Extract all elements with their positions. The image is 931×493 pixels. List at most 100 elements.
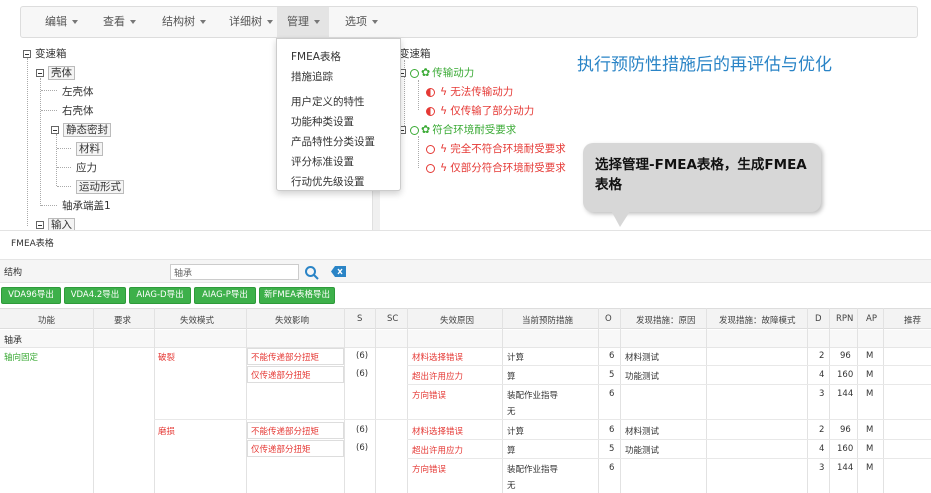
tree-node-right-housing[interactable]: 右壳体: [62, 103, 94, 118]
structure-label: 结构: [4, 268, 23, 278]
menu-label: 查看: [103, 15, 125, 28]
th-d: D: [815, 314, 822, 324]
ftree-effect-partial-transmit[interactable]: ϟ 仅传输了部分动力: [426, 103, 534, 118]
menu-detail-tree[interactable]: 详细树: [213, 7, 273, 37]
cell-failure-cause[interactable]: 材料选择错误: [412, 425, 463, 437]
export-aiagd-button[interactable]: AIAG-D导出: [129, 287, 191, 304]
tree-node-left-housing[interactable]: 左壳体: [62, 84, 94, 99]
collapse-icon[interactable]: [23, 50, 31, 58]
cell-detection: 4: [819, 370, 825, 380]
menu-view[interactable]: 查看: [87, 7, 136, 37]
cell-detect-cause: 材料测试: [625, 427, 660, 437]
cell-failure-cause[interactable]: 超出许用应力: [412, 444, 463, 456]
cell-ap: M: [866, 444, 874, 454]
cell-ap: M: [866, 425, 874, 435]
cell-rpn: 96: [840, 351, 851, 361]
cell-ap: M: [866, 370, 874, 380]
cell-failure-effect[interactable]: 仅传递部分扭矩: [251, 443, 311, 455]
lightning-icon: ϟ: [440, 161, 448, 174]
lightning-icon: ϟ: [440, 85, 448, 98]
headline: 执行预防性措施后的再评估与优化: [577, 55, 832, 75]
gear-icon: ✿: [421, 123, 431, 136]
status-circle-icon: [410, 125, 419, 135]
menu-label: 详细树: [229, 15, 262, 28]
cell-occurrence: 6: [609, 389, 615, 399]
dd-user-defined-features[interactable]: 用户定义的特性: [291, 94, 365, 109]
cell-prevention-2: 无: [507, 407, 516, 417]
tree-node-material[interactable]: 材料: [76, 141, 103, 156]
th-detect-mode: 发现措施：故障模式: [719, 316, 796, 326]
cell-detect-cause: 功能测试: [625, 446, 660, 456]
collapse-icon[interactable]: [51, 126, 59, 134]
dd-function-type-settings[interactable]: 功能种类设置: [291, 114, 354, 129]
cell-detection: 4: [819, 444, 825, 454]
dd-action-priority-settings[interactable]: 行动优先级设置: [291, 174, 365, 189]
tree-node-motion[interactable]: 运动形式: [76, 179, 124, 194]
cell-ap: M: [866, 463, 874, 473]
cell-failure-cause[interactable]: 超出许用应力: [412, 370, 463, 382]
cell-ap: M: [866, 351, 874, 361]
cell-failure-effect[interactable]: 仅传递部分扭矩: [251, 369, 311, 381]
collapse-icon[interactable]: [36, 69, 44, 77]
cell-function[interactable]: 轴向固定: [4, 351, 38, 363]
dd-rating-settings[interactable]: 评分标准设置: [291, 154, 354, 169]
caret-down-icon: [72, 20, 78, 24]
ftree-function-transmit[interactable]: ✿ 传输动力: [398, 65, 474, 80]
half-circle-icon: [426, 87, 435, 97]
export-new-fmea-button[interactable]: 新FMEA表格导出: [259, 287, 335, 304]
caret-down-icon: [314, 20, 320, 24]
cell-ap: M: [866, 389, 874, 399]
tree-node-gearbox[interactable]: 变速箱: [23, 46, 67, 61]
ftree-effect-no-transmit[interactable]: ϟ 无法传输动力: [426, 84, 513, 99]
status-circle-icon: [410, 68, 419, 78]
manage-dropdown: FMEA表格 措施追踪 用户定义的特性 功能种类设置 产品特性分类设置 评分标准…: [276, 38, 401, 191]
menu-edit[interactable]: 编辑: [29, 7, 78, 37]
search-icon[interactable]: [304, 265, 320, 280]
export-aiagp-button[interactable]: AIAG-P导出: [194, 287, 256, 304]
menu-label: 选项: [345, 15, 367, 28]
gear-icon: ✿: [421, 66, 431, 79]
menu-manage[interactable]: 管理: [277, 7, 329, 37]
th-failure-effect: 失效影响: [275, 316, 310, 326]
export-vda42-button[interactable]: VDA4.2导出: [64, 287, 126, 304]
cell-failure-effect[interactable]: 不能传递部分扭矩: [251, 351, 319, 363]
cell-prevention: 装配作业指导: [507, 465, 559, 475]
collapse-icon[interactable]: [36, 221, 44, 229]
menu-bar: 编辑 查看 结构树 详细树 管理 选项: [20, 6, 918, 38]
menu-structure-tree[interactable]: 结构树: [146, 7, 206, 37]
cell-failure-cause[interactable]: 方向错误: [412, 389, 446, 401]
cell-failure-cause[interactable]: 材料选择错误: [412, 351, 463, 363]
cell-occurrence: 6: [609, 351, 615, 361]
cell-rpn: 96: [840, 425, 851, 435]
tree-node-housing[interactable]: 壳体: [36, 65, 75, 80]
ftree-effect-env-none[interactable]: ϟ 完全不符合环境耐受要求: [426, 141, 566, 156]
cell-occurrence: 6: [609, 425, 615, 435]
caret-down-icon: [200, 20, 206, 24]
th-recommended: 推荐: [904, 316, 922, 326]
dd-fmea-table[interactable]: FMEA表格: [291, 49, 341, 64]
th-o: O: [605, 314, 612, 324]
tree-node-bearing-cover[interactable]: 轴承端盖1: [62, 198, 111, 213]
dd-product-class-settings[interactable]: 产品特性分类设置: [291, 134, 375, 149]
dd-action-tracking[interactable]: 措施追踪: [291, 69, 333, 84]
cell-failure-cause[interactable]: 方向错误: [412, 463, 446, 475]
cell-detection: 2: [819, 351, 825, 361]
export-vda96-button[interactable]: VDA96导出: [1, 287, 61, 304]
cell-prevention: 计算: [507, 353, 525, 363]
structure-filter-row: 结构: [0, 259, 931, 283]
cell-failure-effect[interactable]: 不能传递部分扭矩: [251, 425, 319, 437]
menu-options[interactable]: 选项: [329, 7, 378, 37]
ftree-root[interactable]: 变速箱: [399, 46, 431, 61]
ftree-effect-env-partial[interactable]: ϟ 仅部分符合环境耐受要求: [426, 160, 566, 175]
cell-detection: 3: [819, 389, 825, 399]
cell-failure-mode[interactable]: 磨损: [158, 425, 175, 437]
tree-node-static-seal[interactable]: 静态密封: [51, 122, 111, 137]
cell-prevention: 计算: [507, 427, 525, 437]
structure-input[interactable]: [170, 264, 299, 280]
ftree-function-environment[interactable]: ✿ 符合环境耐受要求: [398, 122, 516, 137]
circle-icon: [426, 144, 435, 154]
th-detect-cause: 发现措施：原因: [636, 316, 696, 326]
cell-failure-mode[interactable]: 破裂: [158, 351, 175, 363]
clear-icon[interactable]: [331, 266, 347, 277]
tree-node-stress[interactable]: 应力: [76, 160, 97, 175]
